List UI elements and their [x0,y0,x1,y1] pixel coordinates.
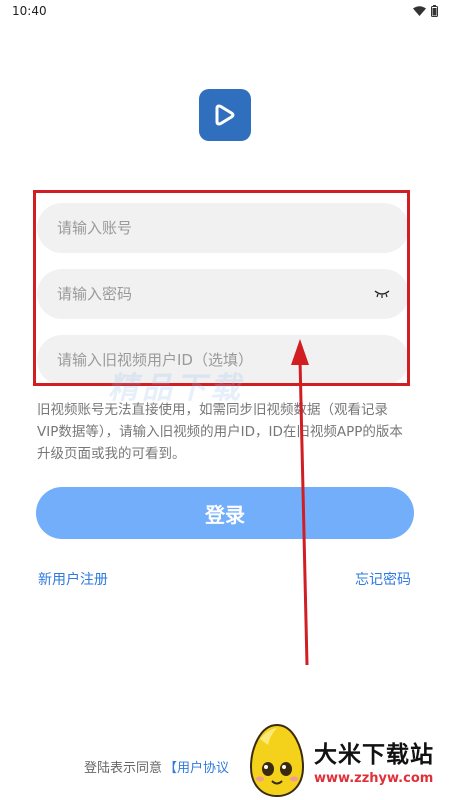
status-bar: 10:40 [0,0,450,22]
sync-hint-text: 旧视频账号无法直接使用，如需同步旧视频数据（观看记录 VIP数据等），请输入旧视… [37,402,403,462]
register-link[interactable]: 新用户注册 [38,569,108,589]
app-logo [199,89,251,141]
play-icon [215,104,235,126]
highlight-box [33,190,410,386]
brand-text: 大米下载站 www.zzhyw.com [314,735,434,786]
brand-watermark: 大米下载站 www.zzhyw.com [246,720,450,800]
forgot-password-link[interactable]: 忘记密码 [355,569,411,589]
user-agreement-link[interactable]: 【用户协议 [164,757,229,776]
battery-icon [431,5,438,17]
status-time: 10:40 [12,4,47,18]
agreement-text: 登陆表示同意 【用户协议 [84,757,229,776]
brand-url: www.zzhyw.com [314,770,434,786]
egg-mascot-icon [249,723,305,798]
brand-name: 大米下载站 [314,741,434,768]
status-icons [413,5,438,17]
agreement-prefix: 登陆表示同意 [84,761,163,776]
login-button[interactable]: 登录 [36,487,414,539]
annotation-arrow [291,339,309,666]
wifi-icon [413,6,426,16]
